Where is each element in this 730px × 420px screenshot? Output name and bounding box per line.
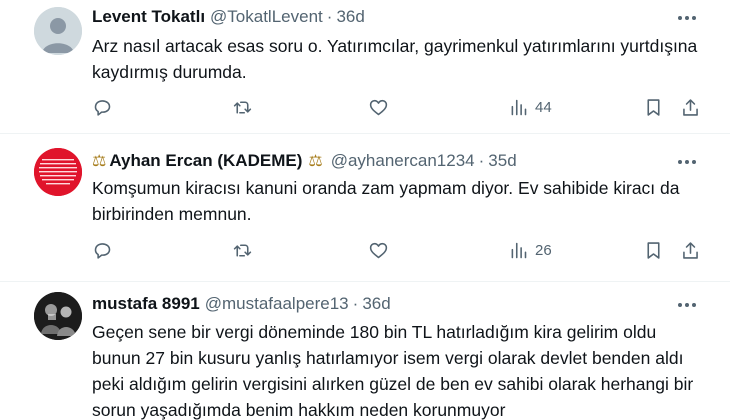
views-button[interactable]: 26 — [508, 238, 552, 262]
reply-button[interactable] — [92, 238, 113, 262]
share-button[interactable] — [680, 95, 701, 119]
scales-emoji: ⚖ — [308, 153, 323, 170]
author-handle[interactable]: @mustafaalpere13 — [205, 294, 349, 314]
views-chart-icon — [511, 99, 527, 115]
tweet-actions: 26 — [92, 238, 707, 262]
retweet-icon — [233, 243, 252, 257]
more-options-icon[interactable] — [674, 152, 700, 172]
like-button[interactable] — [368, 238, 389, 262]
tweet-header: mustafa 8991 @mustafaalpere13 · 36d — [92, 293, 391, 315]
views-count: 44 — [535, 98, 552, 116]
timestamp[interactable]: 36d — [336, 7, 364, 27]
reply-icon — [94, 99, 111, 116]
author-handle[interactable]: @ayhanercan1234 — [331, 151, 475, 171]
bookmark-button[interactable] — [643, 95, 664, 119]
red-circle-avatar — [34, 148, 82, 196]
tweet[interactable]: Levent Tokatlı @TokatlLevent · 36d Arz n… — [0, 0, 730, 134]
separator-dot: · — [326, 7, 333, 26]
retweet-icon — [233, 100, 252, 114]
more-options-icon[interactable] — [674, 8, 700, 28]
share-button[interactable] — [680, 238, 701, 262]
default-avatar-icon — [34, 7, 82, 55]
share-icon — [683, 241, 698, 259]
author-handle[interactable]: @TokatlLevent — [210, 7, 323, 27]
author-name[interactable]: mustafa 8991 — [92, 294, 200, 314]
heart-icon — [369, 99, 388, 115]
like-button[interactable] — [368, 95, 389, 119]
tweet[interactable]: ⚖ Ayhan Ercan (KADEME) ⚖ @ayhanercan1234… — [0, 134, 730, 282]
avatar[interactable] — [34, 292, 82, 340]
scales-emoji: ⚖ — [92, 153, 107, 170]
dark-photo-avatar — [34, 292, 82, 340]
retweet-button[interactable] — [232, 95, 253, 119]
bookmark-icon — [647, 98, 660, 116]
tweet-header: ⚖ Ayhan Ercan (KADEME) ⚖ @ayhanercan1234… — [92, 150, 517, 172]
tweet-actions: 44 — [92, 95, 707, 119]
avatar[interactable] — [34, 7, 82, 55]
views-button[interactable]: 44 — [508, 95, 552, 119]
tweet-text: Geçen sene bir vergi döneminde 180 bin T… — [92, 322, 694, 420]
timestamp[interactable]: 35d — [488, 151, 516, 171]
tweet-text: Arz nasıl artacak esas soru o. Yatırımcı… — [92, 36, 698, 82]
tweet-text: Komşumun kiracısı kanuni oranda zam yapm… — [92, 178, 680, 224]
author-name[interactable]: Levent Tokatlı — [92, 7, 205, 27]
author-name[interactable]: Ayhan Ercan (KADEME) — [109, 151, 302, 171]
views-chart-icon — [511, 242, 527, 258]
reply-button[interactable] — [92, 95, 113, 119]
separator-dot: · — [352, 294, 359, 313]
avatar[interactable] — [34, 148, 82, 196]
timestamp[interactable]: 36d — [362, 294, 390, 314]
more-options-icon[interactable] — [674, 295, 700, 315]
views-count: 26 — [535, 241, 552, 259]
share-icon — [683, 98, 698, 116]
bookmark-button[interactable] — [643, 238, 664, 262]
heart-icon — [369, 242, 388, 258]
separator-dot: · — [478, 151, 485, 170]
retweet-button[interactable] — [232, 238, 253, 262]
reply-icon — [94, 242, 111, 259]
tweet-header: Levent Tokatlı @TokatlLevent · 36d — [92, 6, 365, 28]
bookmark-icon — [647, 241, 660, 259]
tweet[interactable]: mustafa 8991 @mustafaalpere13 · 36d Geçe… — [0, 282, 730, 420]
